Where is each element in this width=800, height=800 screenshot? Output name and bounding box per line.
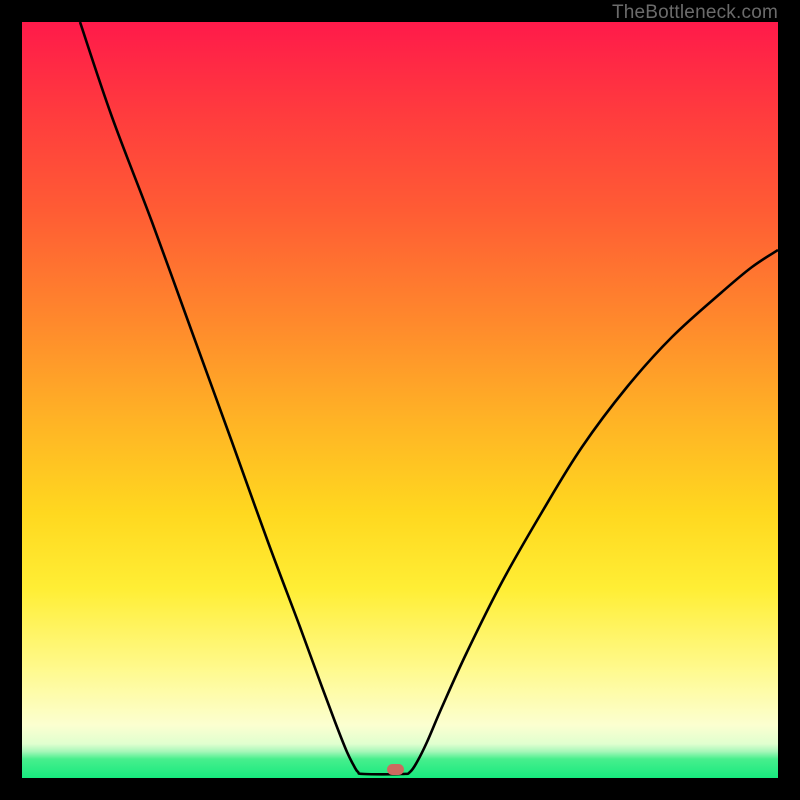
chart-frame: [22, 22, 778, 778]
minimum-marker: [387, 764, 404, 775]
curve-path: [80, 22, 778, 774]
bottleneck-curve: [22, 22, 778, 778]
watermark-text: TheBottleneck.com: [612, 2, 778, 24]
